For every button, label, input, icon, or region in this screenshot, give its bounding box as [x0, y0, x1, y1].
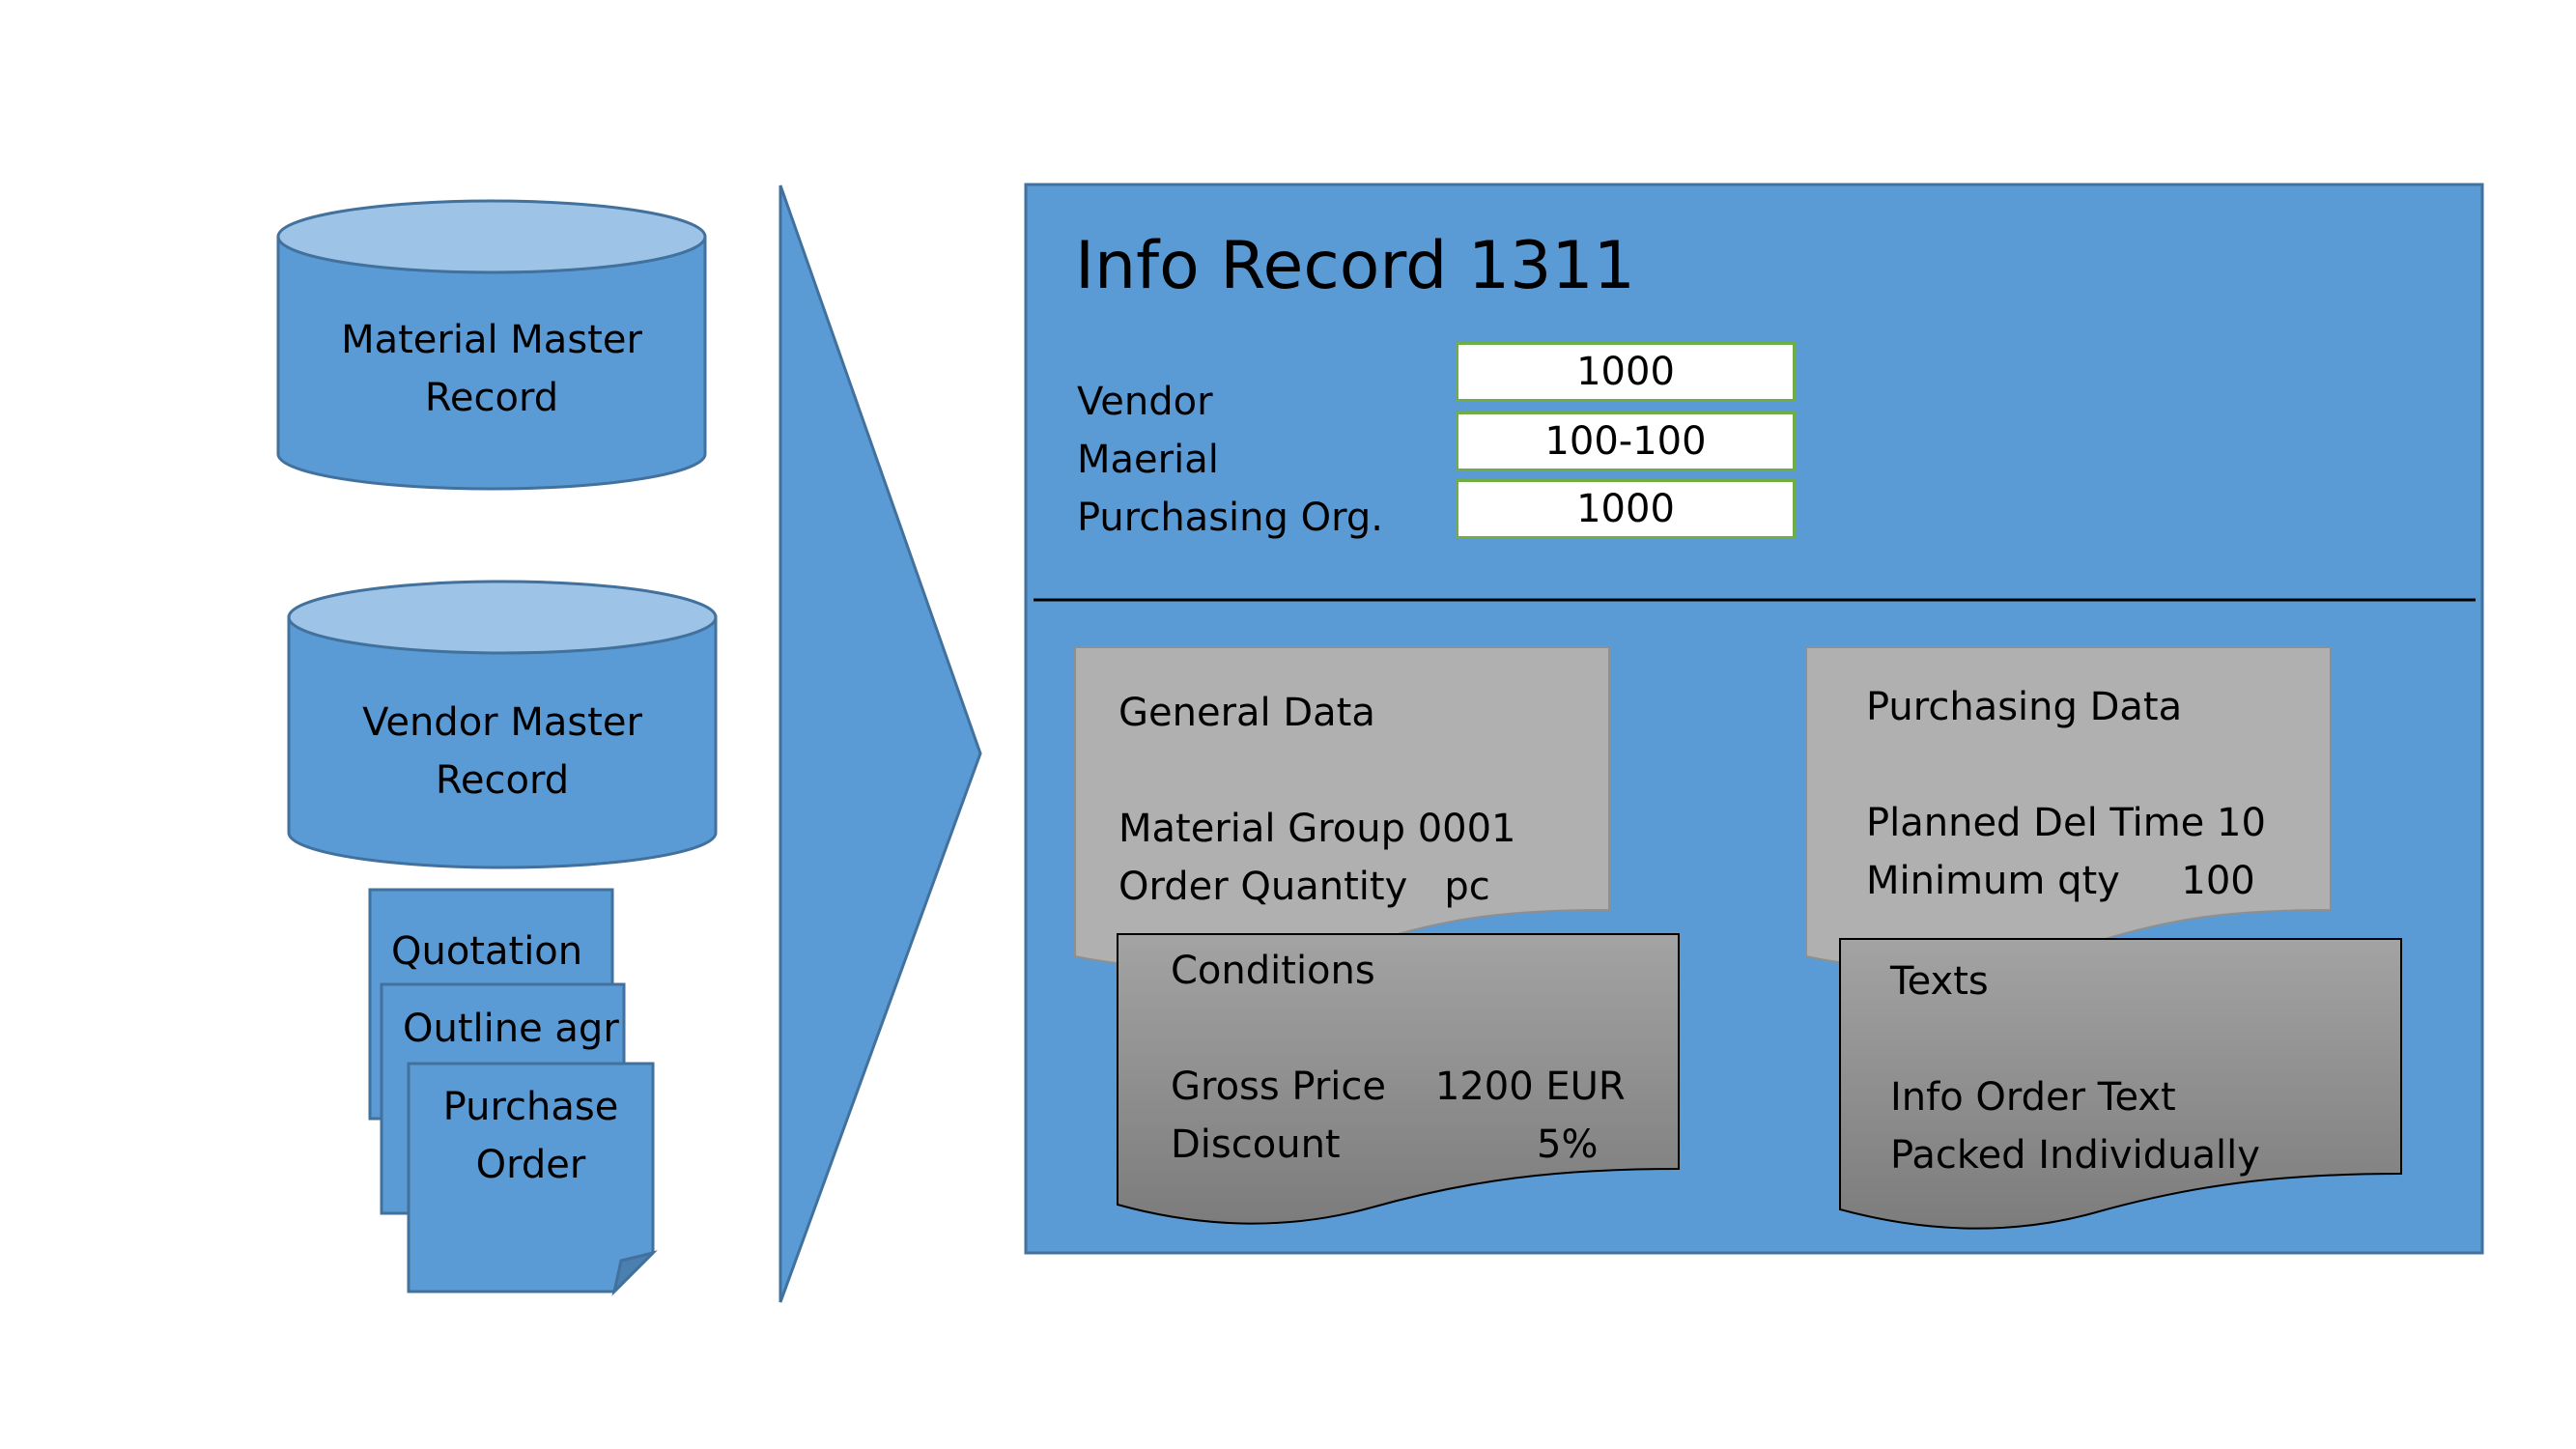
material-master-label-2: Record	[424, 376, 559, 420]
conditions-line: Gross Price 1200 EUR	[1171, 1065, 1626, 1109]
vendor-value: 1000	[1576, 350, 1675, 394]
general-data-line: Order Quantity pc	[1118, 865, 1490, 909]
texts-line: Info Order Text	[1890, 1075, 2176, 1120]
field-label-vendor: Vendor	[1077, 380, 1213, 424]
conditions-line: Discount 5%	[1171, 1122, 1599, 1167]
purchasing-data-heading: Purchasing Data	[1866, 685, 2183, 729]
material-master-label-1: Material Master	[341, 318, 642, 362]
general-data-heading: General Data	[1118, 691, 1375, 735]
quotation-label: Quotation	[391, 929, 583, 974]
purchasing-org-value: 1000	[1576, 487, 1675, 531]
material-value: 100-100	[1544, 419, 1707, 464]
conditions-heading: Conditions	[1171, 949, 1375, 993]
purchasing-org-field[interactable]: 1000	[1456, 479, 1796, 539]
purchasing-data-line: Minimum qty 100	[1866, 859, 2255, 903]
purchasing-data-line: Planned Del Time 10	[1866, 801, 2266, 845]
field-label-purchasing-org: Purchasing Org.	[1077, 496, 1383, 540]
vendor-field[interactable]: 1000	[1456, 342, 1796, 402]
texts-heading: Texts	[1890, 959, 1989, 1004]
purchase-order-label-2: Order	[475, 1143, 586, 1187]
info-record-title: Info Record 1311	[1075, 228, 1635, 304]
general-data-line: Material Group 0001	[1118, 807, 1516, 851]
purchase-order-label-1: Purchase	[442, 1085, 619, 1129]
material-field[interactable]: 100-100	[1456, 412, 1796, 471]
vendor-master-label-1: Vendor Master	[362, 700, 642, 745]
texts-line: Packed Individually	[1890, 1133, 2260, 1178]
vendor-master-label-2: Record	[435, 758, 570, 803]
outline-agreement-label: Outline agr	[403, 1007, 619, 1051]
field-label-material: Maerial	[1077, 438, 1219, 482]
flow-arrow	[778, 185, 982, 1303]
